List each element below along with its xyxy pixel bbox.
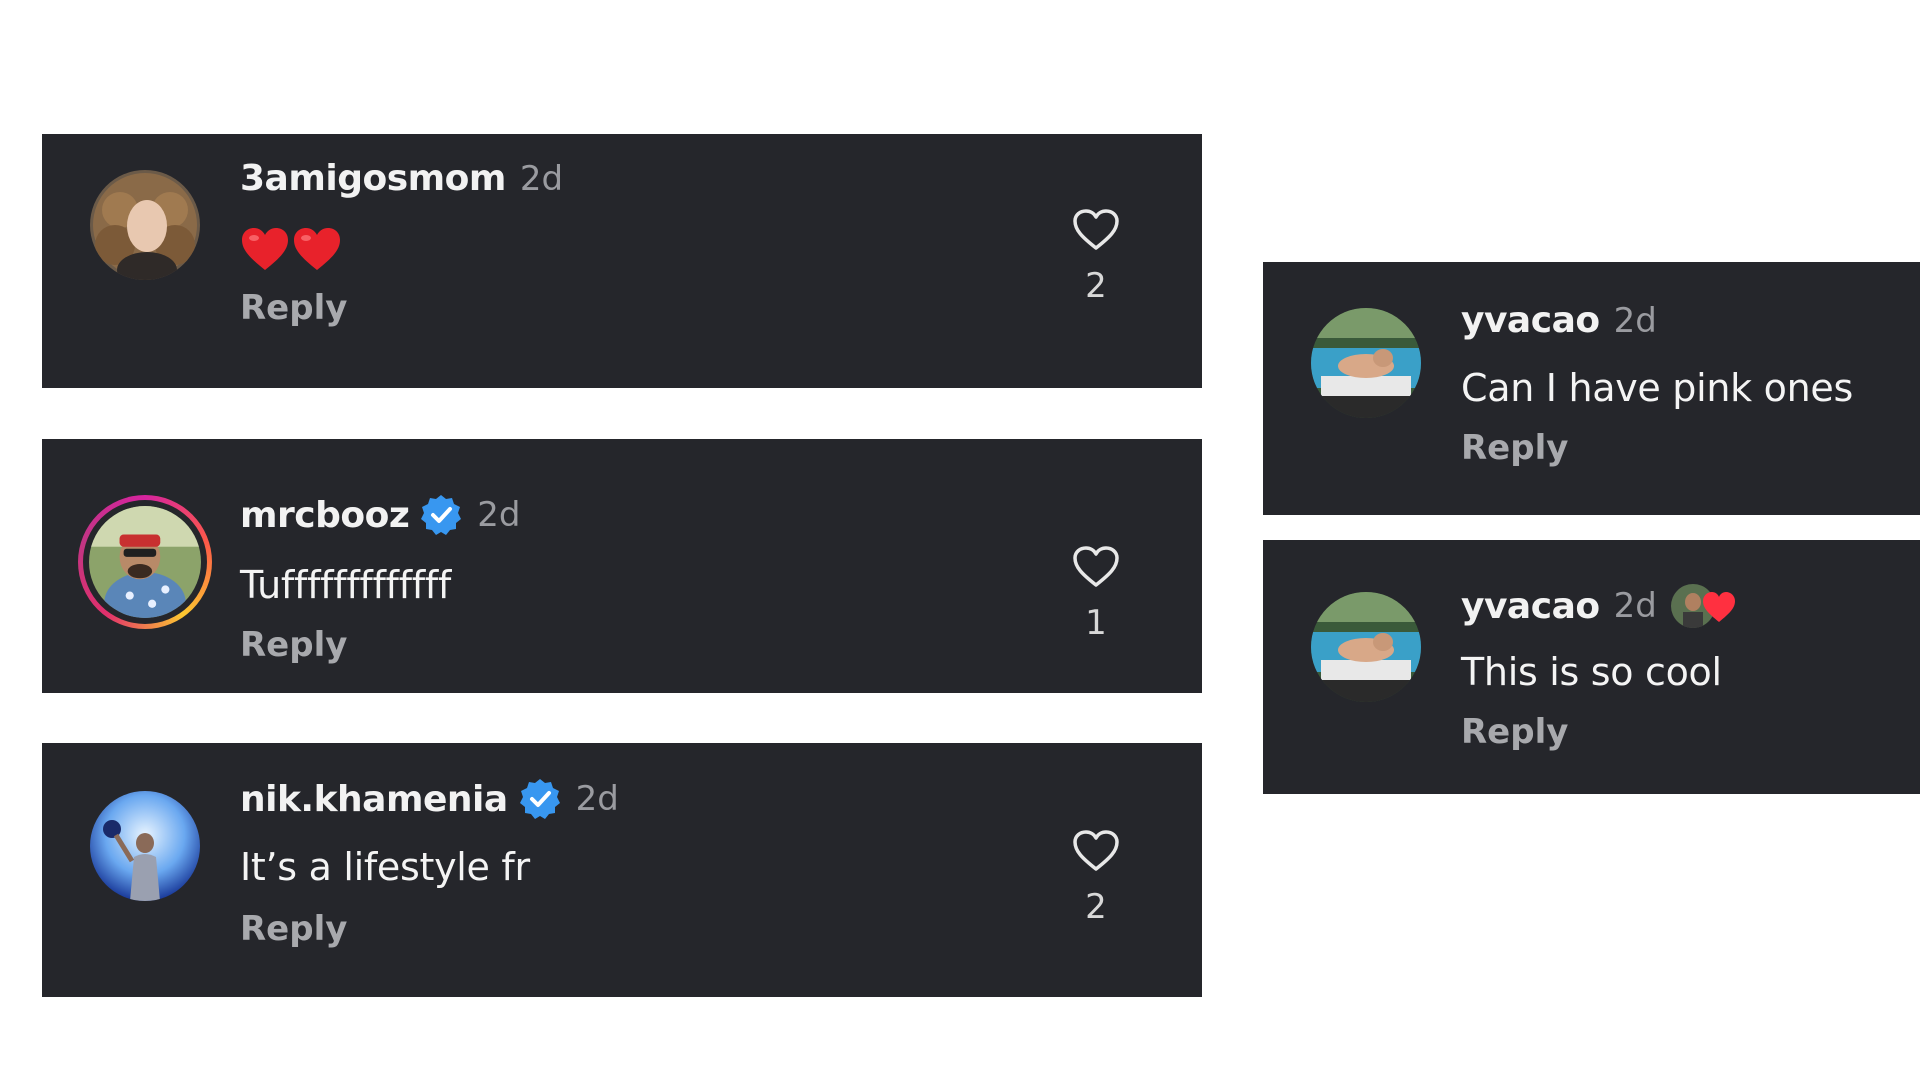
like-control: 1 [1066, 545, 1126, 643]
comment-card: 3amigosmom 2d Reply 2 [42, 134, 1202, 388]
username[interactable]: mrcbooz [240, 495, 410, 536]
avatar [89, 506, 201, 618]
comment-text: This is so cool [1461, 650, 1722, 694]
reply-button[interactable]: Reply [1461, 712, 1568, 752]
like-control: 2 [1066, 829, 1126, 927]
reply-button[interactable]: Reply [240, 909, 347, 949]
story-ring[interactable] [78, 495, 212, 629]
red-heart-emoji [294, 228, 340, 270]
timestamp: 2d [575, 779, 619, 819]
comment-card: mrcbooz 2d Tufffffffffffff Reply 1 [42, 439, 1202, 693]
comment-card: nik.khamenia 2d It’s a lifestyle fr Repl… [42, 743, 1202, 997]
like-count: 2 [1085, 266, 1107, 306]
avatar-image [89, 506, 201, 618]
reply-button[interactable]: Reply [240, 288, 347, 328]
avatar-image [90, 170, 200, 280]
avatar-image [1311, 308, 1421, 418]
comment-text [240, 226, 342, 272]
heart-outline-icon[interactable] [1072, 208, 1120, 252]
comment-card: yvacao 2d This is so cool Reply [1263, 540, 1920, 794]
like-count: 2 [1085, 887, 1107, 927]
reply-button[interactable]: Reply [1461, 428, 1568, 468]
verified-badge-icon [419, 493, 463, 537]
avatar[interactable] [90, 791, 200, 901]
comment-text: It’s a lifestyle fr [240, 845, 530, 889]
username[interactable]: nik.khamenia [240, 779, 508, 820]
avatar-image [1311, 592, 1421, 702]
username[interactable]: yvacao [1461, 300, 1600, 341]
avatar[interactable] [1311, 592, 1421, 702]
red-heart-emoji [242, 228, 288, 270]
username[interactable]: 3amigosmom [240, 158, 506, 199]
comments-screenshot-collage: 3amigosmom 2d Reply 2 mrcbooz 2d Tufffff… [0, 0, 1920, 1080]
like-count: 1 [1085, 603, 1107, 643]
like-control: 2 [1066, 208, 1126, 306]
comment-text: Can I have pink ones [1461, 366, 1853, 410]
avatar[interactable] [90, 170, 200, 280]
avatar-image [90, 791, 200, 901]
heart-outline-icon[interactable] [1072, 545, 1120, 589]
timestamp: 2d [519, 158, 564, 199]
heart-outline-icon[interactable] [1072, 829, 1120, 873]
creator-liked-indicator [1670, 584, 1741, 628]
reply-button[interactable]: Reply [240, 625, 347, 665]
timestamp: 2d [1613, 586, 1657, 626]
avatar[interactable] [1311, 308, 1421, 418]
verified-badge-icon [518, 777, 562, 821]
username[interactable]: yvacao [1461, 586, 1600, 627]
timestamp: 2d [1613, 300, 1657, 341]
comment-text: Tufffffffffffff [240, 563, 451, 607]
red-heart-icon [1702, 592, 1735, 622]
timestamp: 2d [477, 495, 521, 535]
comment-card: yvacao 2d Can I have pink ones Reply [1263, 262, 1920, 515]
